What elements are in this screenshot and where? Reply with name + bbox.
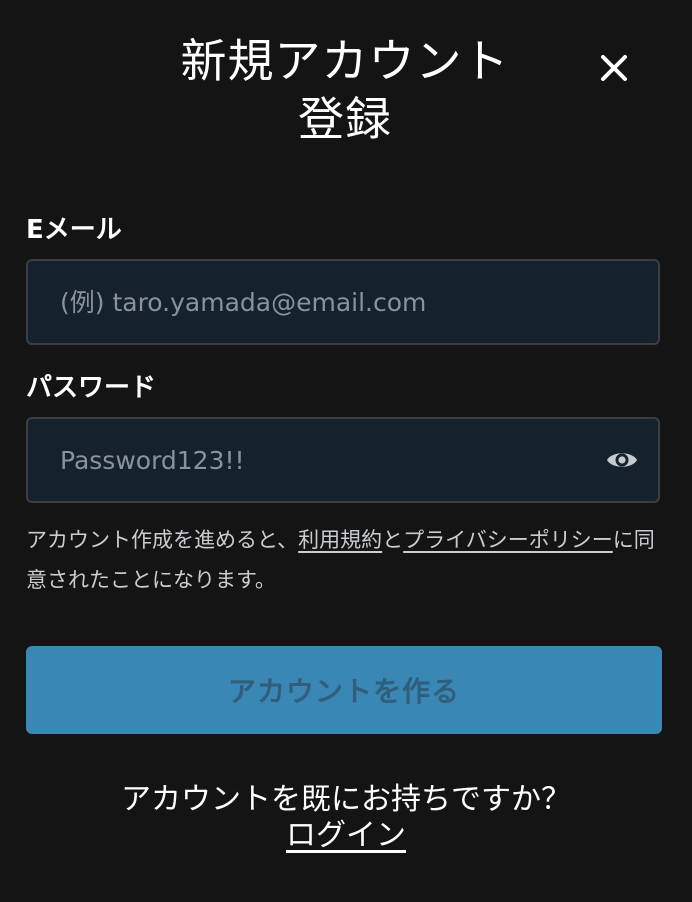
- login-link-wrap: ログイン: [0, 816, 692, 856]
- terms-prefix: アカウント作成を進めると、: [26, 528, 299, 552]
- close-button[interactable]: [588, 42, 640, 94]
- email-label: Eメール: [26, 215, 122, 245]
- email-field-box: [26, 259, 660, 345]
- password-label: パスワード: [26, 373, 157, 403]
- dialog-title-line2: 登録: [298, 92, 392, 146]
- existing-account-question: アカウントを既にお持ちですか？: [121, 782, 571, 817]
- close-icon: [601, 55, 627, 81]
- dialog-title-line1: 新規アカウント: [180, 34, 510, 88]
- terms-notice: アカウント作成を進めると、利用規約とプライバシーポリシーに同意されたことになりま…: [26, 520, 666, 600]
- email-input[interactable]: [60, 261, 600, 343]
- show-password-toggle[interactable]: [604, 444, 640, 476]
- login-link[interactable]: ログイン: [286, 818, 406, 853]
- eye-icon: [607, 453, 637, 467]
- terms-of-service-link[interactable]: 利用規約: [298, 528, 382, 552]
- create-account-button[interactable]: アカウントを作る: [26, 646, 662, 734]
- password-field-box: [26, 417, 660, 503]
- dialog-title: 新規アカウント 登録: [120, 32, 570, 148]
- password-input[interactable]: [60, 419, 600, 501]
- signup-dialog: 新規アカウント 登録 Eメール パスワード アカウント作成を進めると、利用規約と…: [0, 0, 692, 902]
- terms-connector: と: [382, 528, 404, 552]
- privacy-policy-link[interactable]: プライバシーポリシー: [403, 528, 613, 552]
